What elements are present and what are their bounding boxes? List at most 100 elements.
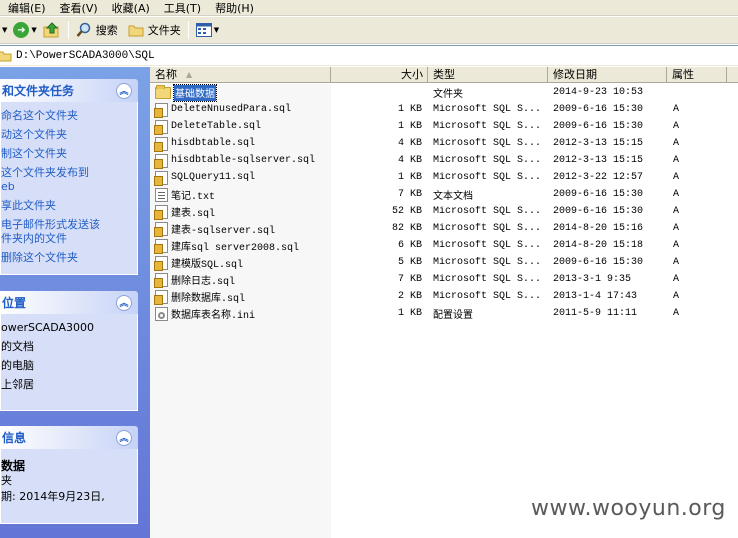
file-row[interactable]: 笔记.txt 7 KB 文本文档 2009-6-16 15:30 A — [150, 186, 738, 203]
details-header[interactable]: 信息 ︽ — [0, 426, 138, 449]
file-attributes: A — [673, 257, 680, 268]
file-tasks-title: 和文件夹任务 — [2, 84, 75, 98]
task-delete-folder[interactable]: 删除这个文件夹 — [1, 248, 137, 267]
file-attributes: A — [673, 223, 680, 234]
file-name-cell[interactable]: 建表-sqlserver.sql — [150, 221, 331, 237]
file-row[interactable]: DeleteNnusedPara.sql 1 KB Microsoft SQL S.… — [150, 101, 738, 118]
file-name: hisdbtable.sql — [171, 138, 256, 149]
file-row[interactable]: hisdbtable.sql 4 KB Microsoft SQL S... 2012… — [150, 135, 738, 152]
views-grid-icon — [195, 23, 212, 37]
column-header-name[interactable]: 名称 ▲ — [150, 67, 331, 83]
place-my-computer[interactable]: 的电脑 — [1, 356, 137, 375]
file-row[interactable]: 基础数据 文件夹 2014-9-23 10:53 — [150, 83, 738, 102]
file-name-cell[interactable]: 笔记.txt — [150, 187, 331, 203]
up-folder-button[interactable] — [40, 19, 64, 41]
task-email-folder[interactable]: 电子邮件形式发送该 件夹内的文件 — [1, 215, 137, 248]
task-publish-folder[interactable]: 这个文件夹发布到 eb — [1, 163, 137, 196]
file-type: 文本文档 — [433, 191, 473, 203]
sql-file-icon — [154, 119, 168, 135]
file-name-cell[interactable]: 建表.sql — [150, 204, 331, 220]
task-copy-folder[interactable]: 制这个文件夹 — [1, 144, 137, 163]
file-name-cell[interactable]: 删除日志.sql — [150, 272, 331, 288]
file-name-cell[interactable]: hisdbtable.sql — [150, 136, 331, 152]
file-modified-date: 2009-6-16 15:30 — [553, 206, 644, 217]
file-name-cell[interactable]: 基础数据 — [150, 83, 331, 102]
file-name-cell[interactable]: 建库sql server2008.sql — [150, 238, 331, 254]
file-attributes: A — [673, 206, 680, 217]
menu-view[interactable]: 查看(V) — [52, 0, 104, 16]
collapse-chevron-icon[interactable]: ︽ — [116, 429, 132, 446]
file-type: Microsoft SQL S... — [433, 138, 542, 149]
file-name-cell[interactable]: DeleteNnusedPara.sql — [150, 102, 331, 118]
file-modified-date: 2009-6-16 15:30 — [553, 104, 644, 115]
file-row[interactable]: 建库sql server2008.sql 6 KB Microsoft SQL S.… — [150, 237, 738, 254]
collapse-chevron-icon[interactable]: ︽ — [116, 294, 132, 311]
address-bar[interactable]: D:\PowerSCADA3000\SQL — [0, 45, 738, 66]
search-button[interactable]: 搜索 — [73, 19, 121, 41]
task-rename-folder[interactable]: 命名这个文件夹 — [1, 106, 137, 125]
file-modified-date: 2009-6-16 15:30 — [553, 257, 644, 268]
place-my-documents[interactable]: 的文档 — [1, 337, 137, 356]
file-name-cell[interactable]: SQLQuery11.sql — [150, 170, 331, 186]
back-dropdown-button[interactable]: ▼ — [0, 19, 10, 41]
folders-label: 文件夹 — [147, 24, 181, 37]
toolbar-separator — [67, 21, 69, 39]
folder-icon — [128, 25, 144, 37]
details-body: 数据 夹 期: 2014年9月23日, — [0, 449, 138, 524]
file-name-cell[interactable]: 数据库表名称.ini — [150, 306, 331, 322]
file-modified-date: 2009-6-16 15:30 — [553, 189, 644, 200]
task-move-folder[interactable]: 动这个文件夹 — [1, 125, 137, 144]
column-date-label: 修改日期 — [553, 68, 597, 81]
column-header-size[interactable]: 大小 — [331, 67, 428, 83]
file-row[interactable]: 数据库表名称.ini 1 KB 配置设置 2011-5-9 11:11 A — [150, 305, 738, 322]
file-row[interactable]: DeleteTable.sql 1 KB Microsoft SQL S... 200… — [150, 118, 738, 135]
folders-button[interactable]: 文件夹 — [125, 19, 184, 41]
other-places-panel: 位置 ︽ owerSCADA3000 的文档 的电脑 上邻居 — [0, 291, 138, 411]
file-row[interactable]: 建表.sql 52 KB Microsoft SQL S... 2009-6-16 1… — [150, 203, 738, 220]
sql-file-icon — [154, 204, 168, 220]
sql-file-icon — [154, 255, 168, 271]
column-header-date[interactable]: 修改日期 — [548, 67, 667, 83]
file-name-cell[interactable]: 建模版SQL.sql — [150, 255, 331, 271]
menu-edit[interactable]: 编辑(E) — [0, 0, 52, 16]
folder-icon — [0, 51, 12, 61]
file-modified-date: 2013-1-4 17:43 — [553, 291, 638, 302]
column-attr-label: 属性 — [672, 68, 694, 81]
file-name: 建表.sql — [171, 208, 216, 220]
views-button[interactable]: ▼ — [193, 19, 222, 41]
file-size: 7 KB — [397, 274, 422, 285]
file-attributes: A — [673, 240, 680, 251]
file-name: 数据库表名称.ini — [171, 310, 256, 322]
details-panel: 信息 ︽ 数据 夹 期: 2014年9月23日, — [0, 426, 138, 524]
menu-tools[interactable]: 工具(T) — [156, 0, 207, 16]
file-size: 2 KB — [397, 291, 422, 302]
file-name-cell[interactable]: DeleteTable.sql — [150, 119, 331, 135]
place-powerscada[interactable]: owerSCADA3000 — [1, 318, 137, 337]
file-name: SQLQuery11.sql — [171, 172, 256, 183]
place-network[interactable]: 上邻居 — [1, 375, 137, 394]
menu-help[interactable]: 帮助(H) — [207, 0, 260, 16]
file-tasks-header[interactable]: 和文件夹任务 ︽ — [0, 79, 138, 102]
file-row[interactable]: hisdbtable-sqlserver.sql 4 KB Microsoft SQ… — [150, 152, 738, 169]
forward-button[interactable]: ➜ ▼ — [10, 19, 39, 41]
file-row[interactable]: SQLQuery11.sql 1 KB Microsoft SQL S... 2012… — [150, 169, 738, 186]
file-name-cell[interactable]: 删除数据库.sql — [150, 289, 331, 305]
file-attributes: A — [673, 308, 680, 319]
other-places-title: 位置 — [2, 296, 27, 310]
menu-favorites[interactable]: 收藏(A) — [104, 0, 156, 16]
file-row[interactable]: 删除日志.sql 7 KB Microsoft SQL S... 2013-3-1 9… — [150, 271, 738, 288]
task-share-folder[interactable]: 享此文件夹 — [1, 196, 137, 215]
file-modified-date: 2014-8-20 15:18 — [553, 240, 644, 251]
column-header-attributes[interactable]: 属性 — [667, 67, 727, 83]
column-header-type[interactable]: 类型 — [428, 67, 548, 83]
file-name: 笔记.txt — [171, 191, 216, 203]
file-row[interactable]: 删除数据库.sql 2 KB Microsoft SQL S... 2013-1-4 … — [150, 288, 738, 305]
file-row[interactable]: 建表-sqlserver.sql 82 KB Microsoft SQL S... 2… — [150, 220, 738, 237]
file-name-cell[interactable]: hisdbtable-sqlserver.sql — [150, 153, 331, 169]
other-places-header[interactable]: 位置 ︽ — [0, 291, 138, 314]
chevron-down-icon: ▼ — [213, 26, 220, 34]
file-modified-date: 2009-6-16 15:30 — [553, 121, 644, 132]
collapse-chevron-icon[interactable]: ︽ — [116, 82, 132, 99]
file-tasks-body: 命名这个文件夹 动这个文件夹 制这个文件夹 这个文件夹发布到 eb 享此文件夹 … — [0, 102, 138, 275]
file-row[interactable]: 建模版SQL.sql 5 KB Microsoft SQL S... 2009-6-1… — [150, 254, 738, 271]
